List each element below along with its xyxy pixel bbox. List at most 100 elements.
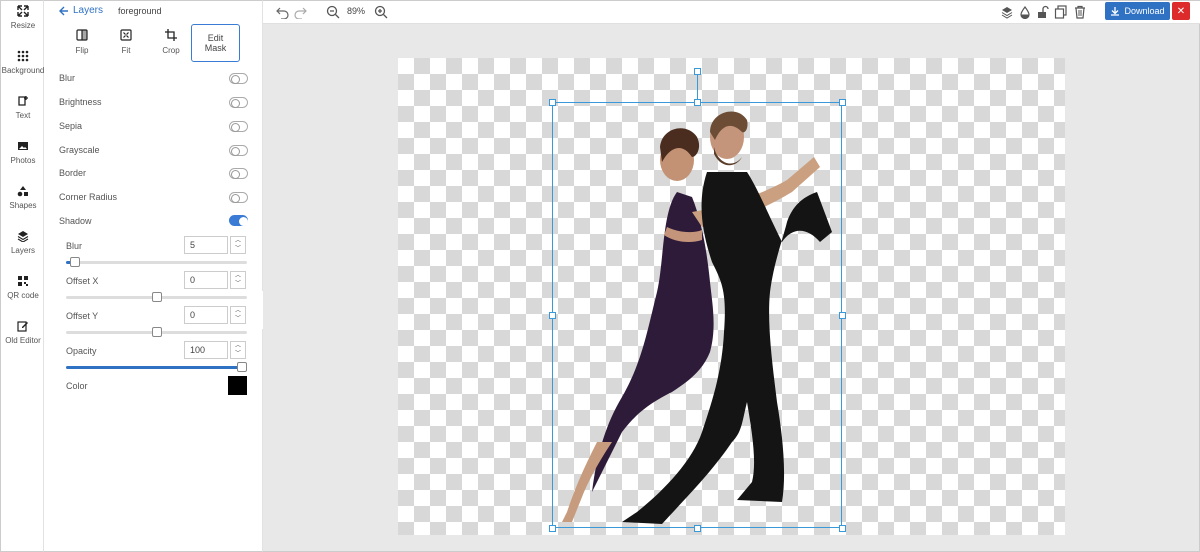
- slider-thumb[interactable]: [151, 292, 162, 302]
- back-to-layers-link[interactable]: Layers: [59, 5, 103, 16]
- shapes-icon: [17, 186, 28, 197]
- offset-x-stepper[interactable]: ︿ ﹀: [230, 271, 246, 289]
- opacity-slider[interactable]: [66, 362, 247, 372]
- grid-dots-icon: [17, 50, 29, 62]
- slider-fill: [66, 366, 247, 369]
- crop-icon: [165, 29, 177, 41]
- undo-icon[interactable]: [276, 5, 290, 19]
- shadow-color-swatch[interactable]: [228, 376, 247, 395]
- offset-x-input[interactable]: 0: [184, 271, 228, 289]
- opacity-drop-icon[interactable]: [1018, 5, 1032, 19]
- chevron-down-icon[interactable]: ﹀: [231, 245, 245, 253]
- layers-order-icon[interactable]: [1000, 5, 1014, 19]
- rail-item-old-editor[interactable]: Old Editor: [1, 320, 45, 345]
- download-button[interactable]: Download: [1105, 2, 1170, 20]
- grayscale-toggle[interactable]: [229, 145, 248, 156]
- top-toolbar: 89% Download ✕: [263, 0, 1200, 24]
- rail-label: Background: [1, 66, 45, 75]
- rail-item-resize[interactable]: Resize: [1, 5, 45, 30]
- edit-icon: [17, 321, 28, 332]
- zoom-out-icon[interactable]: [326, 5, 340, 19]
- flip-label: Flip: [75, 46, 89, 55]
- layer-name: foreground: [118, 6, 162, 16]
- redo-icon[interactable]: [293, 5, 307, 19]
- resize-handle-bottom[interactable]: [694, 525, 701, 532]
- resize-handle-right[interactable]: [839, 312, 846, 319]
- fit-button[interactable]: Fit: [106, 29, 146, 55]
- slider-thumb[interactable]: [237, 362, 247, 372]
- rail-label: Text: [15, 111, 31, 120]
- chevron-up-icon[interactable]: ︿: [231, 342, 245, 350]
- selection-bounding-box[interactable]: [552, 102, 842, 528]
- resize-handle-bottom-left[interactable]: [549, 525, 556, 532]
- rail-label: Photos: [10, 156, 36, 165]
- blur-effect-label: Blur: [59, 73, 76, 83]
- shadow-blur-input[interactable]: 5: [184, 236, 228, 254]
- rail-item-text[interactable]: Text: [1, 95, 45, 120]
- slider-thumb[interactable]: [151, 327, 162, 337]
- opacity-input[interactable]: 100: [184, 341, 228, 359]
- rail-item-shapes[interactable]: Shapes: [1, 185, 45, 210]
- rail-item-qr-code[interactable]: QR code: [1, 275, 45, 300]
- brightness-toggle[interactable]: [229, 97, 248, 108]
- corner-radius-toggle[interactable]: [229, 192, 248, 203]
- border-toggle[interactable]: [229, 168, 248, 179]
- chevron-down-icon[interactable]: ﹀: [231, 280, 245, 288]
- corner-radius-effect-label: Corner Radius: [59, 192, 118, 202]
- crop-label: Crop: [162, 46, 180, 55]
- rail-item-background[interactable]: Background: [1, 50, 45, 75]
- close-button[interactable]: ✕: [1172, 2, 1190, 20]
- resize-handle-top[interactable]: [694, 99, 701, 106]
- download-icon: [1111, 7, 1120, 16]
- chevron-up-icon[interactable]: ︿: [231, 272, 245, 280]
- trash-icon[interactable]: [1073, 5, 1087, 19]
- chevron-up-icon[interactable]: ︿: [231, 307, 245, 315]
- resize-handle-left[interactable]: [549, 312, 556, 319]
- back-label: Layers: [73, 5, 104, 16]
- rail-label: Old Editor: [5, 336, 41, 345]
- rotate-handle[interactable]: [694, 68, 701, 75]
- layers-icon: [17, 231, 29, 242]
- offset-y-input[interactable]: 0: [184, 306, 228, 324]
- arrow-left-icon: [59, 6, 68, 15]
- rotate-handle-stem: [697, 72, 698, 102]
- shadow-blur-label: Blur: [66, 241, 83, 251]
- chevron-down-icon[interactable]: ﹀: [231, 315, 245, 323]
- photo-icon: [18, 142, 28, 150]
- offset-y-label: Offset Y: [66, 311, 99, 321]
- rail-label: Layers: [10, 246, 35, 255]
- sepia-toggle[interactable]: [229, 121, 248, 132]
- offset-x-label: Offset X: [66, 276, 99, 286]
- border-effect-label: Border: [59, 168, 87, 178]
- sepia-effect-label: Sepia: [59, 121, 83, 131]
- resize-handle-bottom-right[interactable]: [839, 525, 846, 532]
- unlock-icon[interactable]: [1036, 5, 1050, 19]
- shadow-toggle[interactable]: [229, 215, 248, 226]
- shadow-blur-stepper[interactable]: ︿ ﹀: [230, 236, 246, 254]
- rail-label: Shapes: [9, 201, 37, 210]
- grayscale-effect-label: Grayscale: [59, 145, 100, 155]
- opacity-stepper[interactable]: ︿ ﹀: [230, 341, 246, 359]
- shadow-effect-label: Shadow: [59, 216, 92, 226]
- crop-button[interactable]: Crop: [151, 29, 191, 55]
- text-icon: [18, 96, 28, 106]
- offset-y-slider[interactable]: [66, 327, 247, 337]
- chevron-down-icon[interactable]: ﹀: [231, 350, 245, 358]
- duplicate-icon[interactable]: [1054, 5, 1068, 19]
- slider-thumb[interactable]: [70, 257, 81, 267]
- rail-item-photos[interactable]: Photos: [1, 140, 45, 165]
- resize-handle-top-left[interactable]: [549, 99, 556, 106]
- rail-item-layers[interactable]: Layers: [1, 230, 45, 255]
- edit-mask-label-line2: Mask: [204, 43, 227, 53]
- edit-mask-button[interactable]: Edit Mask: [191, 24, 240, 62]
- offset-x-slider[interactable]: [66, 292, 247, 302]
- offset-y-stepper[interactable]: ︿ ﹀: [230, 306, 246, 324]
- blur-toggle[interactable]: [229, 73, 248, 84]
- flip-button[interactable]: Flip: [62, 29, 102, 55]
- shadow-color-label: Color: [66, 381, 88, 391]
- chevron-up-icon[interactable]: ︿: [231, 237, 245, 245]
- shadow-blur-slider[interactable]: [66, 257, 247, 267]
- resize-handle-top-right[interactable]: [839, 99, 846, 106]
- left-rail: Resize Background Text Photos Shapes Lay…: [0, 0, 44, 552]
- zoom-in-icon[interactable]: [374, 5, 388, 19]
